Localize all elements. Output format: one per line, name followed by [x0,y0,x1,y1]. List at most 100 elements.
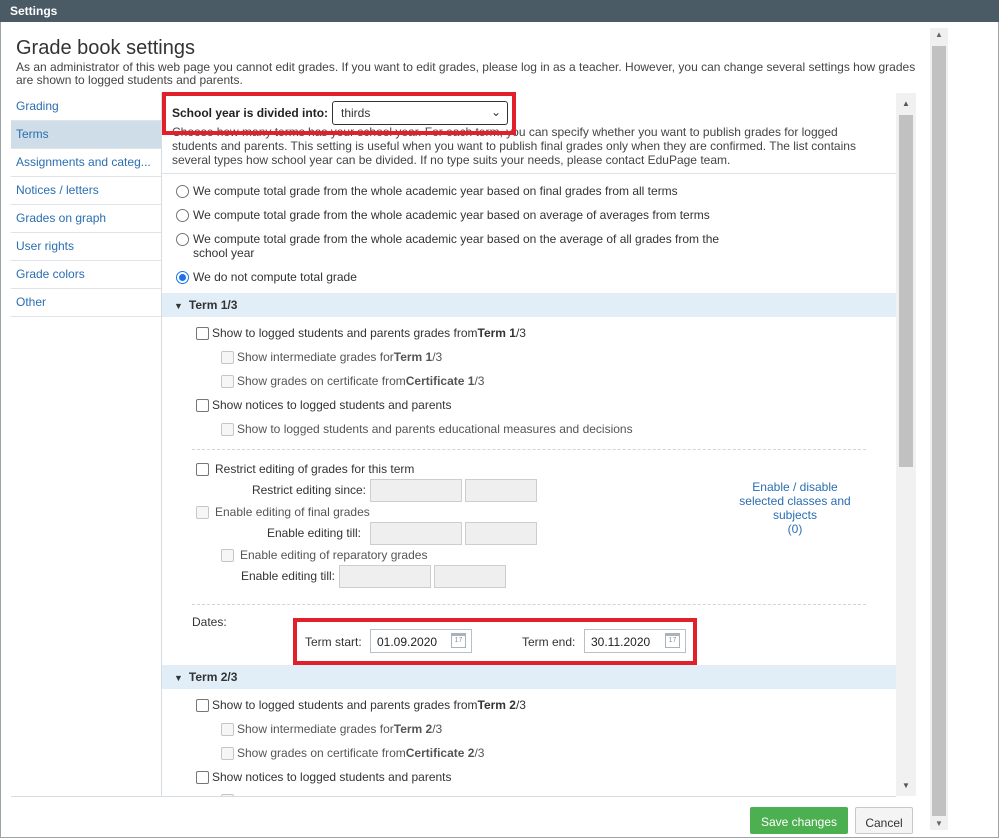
scroll-down-icon[interactable]: ▼ [896,781,916,790]
term-1-show-grades[interactable]: Show to logged students and parents grad… [196,326,526,340]
text: /3 [515,698,526,712]
term-1-enable-reparatory[interactable]: Enable editing of reparatory grades [221,548,427,562]
term-2-show-notices[interactable]: Show notices to logged students and pare… [196,770,452,784]
checkbox[interactable] [196,698,209,712]
term-start-input[interactable]: 01.09.2020 17 [370,629,472,653]
enable-till-reparatory-time[interactable] [434,565,506,588]
total-grade-option-1[interactable]: We compute total grade from the whole ac… [176,184,678,198]
term-1-enable-final[interactable]: Enable editing of final grades [196,505,370,519]
radio-button[interactable] [176,185,189,198]
checkbox[interactable] [221,422,234,436]
term-1-show-measures[interactable]: Show to logged students and parents educ… [221,422,633,436]
term-1-restrict-editing[interactable]: Restrict editing of grades for this term [196,462,414,476]
window-titlebar: Settings [0,0,999,22]
term-1-show-certificate[interactable]: Show grades on certificate from Certific… [221,374,484,388]
dates-label: Dates: [192,615,227,629]
outer-scrollbar[interactable]: ▲ ▼ [930,28,948,830]
text-bold: Term 2 [393,722,433,736]
school-year-select[interactable]: thirds ⌄ [332,101,508,125]
link-text: selected classes and [739,494,851,508]
text-bold: Term 1 [477,326,516,340]
restrict-since-label: Restrict editing since: [251,483,366,497]
term-1-show-notices[interactable]: Show notices to logged students and pare… [196,398,452,412]
term-start-label: Term start: [305,635,362,649]
link-text: subjects [772,508,818,522]
text: /3 [515,326,526,340]
sidebar-item-user-rights[interactable]: User rights [11,233,161,261]
text: Show to logged students and parents educ… [237,422,633,436]
save-changes-button[interactable]: Save changes [750,807,848,834]
content-scrollbar[interactable]: ▲ ▼ [896,93,916,796]
term-end-label: Term end: [522,635,576,649]
text: /3 [432,722,443,736]
radio-button[interactable] [176,233,189,246]
checkbox[interactable] [221,374,234,388]
content-bottom-divider [11,796,896,797]
restrict-since-date[interactable] [370,479,462,502]
term-2-next-row[interactable] [221,794,237,796]
sidebar-item-grading[interactable]: Grading [11,93,161,121]
checkbox[interactable] [221,350,234,364]
scroll-up-icon[interactable]: ▲ [896,99,916,108]
total-grade-option-2[interactable]: We compute total grade from the whole ac… [176,208,710,222]
checkbox[interactable] [221,722,234,736]
calendar-icon[interactable]: 17 [451,633,466,648]
checkbox[interactable] [196,398,209,412]
text-bold: Certificate 2 [405,746,475,760]
text-bold: Term 1 [393,350,433,364]
radio-button-selected[interactable] [176,271,189,284]
checkbox[interactable] [221,746,234,760]
checkbox[interactable] [196,770,209,784]
scroll-up-icon[interactable]: ▲ [930,30,948,39]
option-label: We compute total grade from the whole ac… [193,232,720,260]
term-2-show-intermediate[interactable]: Show intermediate grades for Term 2/3 [221,722,442,736]
text: Enable editing of final grades [215,505,370,519]
checkbox[interactable] [221,548,234,562]
calendar-icon[interactable]: 17 [665,633,680,648]
sidebar-item-terms[interactable]: Terms [11,121,161,149]
terms-panel: School year is divided into: thirds ⌄ Ch… [162,93,896,796]
text: Show intermediate grades for [237,722,394,736]
term-end-input[interactable]: 30.11.2020 17 [584,629,686,653]
checkbox[interactable] [196,505,209,519]
enable-disable-classes-link[interactable]: Enable / disable selected classes and su… [730,480,860,536]
text: Show notices to logged students and pare… [212,770,452,784]
text: Show to logged students and parents grad… [212,698,478,712]
scroll-down-icon[interactable]: ▼ [930,819,948,828]
sidebar-item-assignments[interactable]: Assignments and categ... [11,149,161,177]
sidebar-item-other[interactable]: Other [11,289,161,317]
checkbox[interactable] [221,794,234,796]
cancel-button[interactable]: Cancel [855,807,913,834]
divider [162,173,896,174]
total-grade-option-3[interactable]: We compute total grade from the whole ac… [176,232,736,260]
text-bold: Term 2 [477,698,516,712]
sidebar-item-grade-colors[interactable]: Grade colors [11,261,161,289]
content-scroll-thumb[interactable] [899,115,913,467]
text: /3 [474,746,485,760]
text: Show grades on certificate from [237,746,406,760]
term-2-show-grades[interactable]: Show to logged students and parents grad… [196,698,526,712]
text-bold: Certificate 1 [405,374,475,388]
checkbox[interactable] [196,462,209,476]
radio-button[interactable] [176,209,189,222]
term-2-show-certificate[interactable]: Show grades on certificate from Certific… [221,746,484,760]
sidebar-item-notices[interactable]: Notices / letters [11,177,161,205]
enable-till-date[interactable] [370,522,462,545]
total-grade-option-4[interactable]: We do not compute total grade [176,270,357,284]
link-count: (0) [787,522,803,536]
enable-till-time[interactable] [465,522,537,545]
outer-scroll-thumb[interactable] [932,46,946,816]
term-2-header[interactable]: ▼ Term 2/3 [162,665,896,689]
text: Show grades on certificate from [237,374,406,388]
sidebar: Grading Terms Assignments and categ... N… [11,93,161,317]
checkbox[interactable] [196,326,209,340]
term-1-show-intermediate[interactable]: Show intermediate grades for Term 1/3 [221,350,442,364]
sidebar-item-grades-on-graph[interactable]: Grades on graph [11,205,161,233]
text: Restrict editing of grades for this term [215,462,415,476]
enable-till-reparatory-label: Enable editing till: [240,569,335,583]
term-1-header[interactable]: ▼ Term 1/3 [162,293,896,317]
restrict-since-time[interactable] [465,479,537,502]
option-label: We compute total grade from the whole ac… [193,208,710,222]
window-title: Settings [10,4,58,18]
enable-till-reparatory-date[interactable] [339,565,431,588]
